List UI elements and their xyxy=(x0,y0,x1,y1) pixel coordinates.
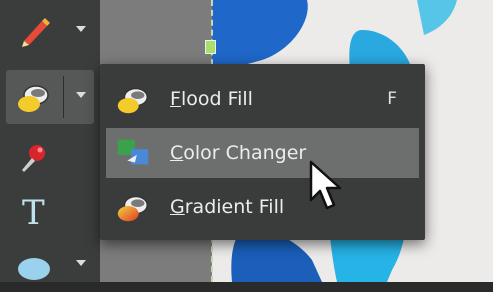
tool-text[interactable]: T xyxy=(6,183,94,237)
guide-marker[interactable] xyxy=(205,40,216,54)
fill-tool-menu: Flood Fill F Color Changer Gradient Fill xyxy=(100,64,425,240)
ellipse-shape-icon xyxy=(18,258,50,280)
text-tool-icon: T xyxy=(22,193,45,230)
tool-eyedropper[interactable] xyxy=(6,131,94,185)
chevron-down-icon[interactable] xyxy=(76,26,86,32)
menu-item-flood-fill[interactable]: Flood Fill F xyxy=(106,74,419,124)
shortcut-key: F xyxy=(387,89,397,109)
mouse-pointer-icon xyxy=(309,160,342,210)
svg-text:T: T xyxy=(22,193,45,230)
menu-item-color-changer[interactable]: Color Changer xyxy=(106,128,419,178)
menu-item-label: Color Changer xyxy=(170,142,307,164)
tool-palette: T xyxy=(0,0,100,282)
brush-pen-icon xyxy=(22,18,50,47)
menu-item-gradient-fill[interactable]: Gradient Fill xyxy=(106,182,419,232)
gradient-fill-icon xyxy=(117,195,148,222)
fill-bucket-icon xyxy=(18,85,49,112)
chevron-down-icon[interactable] xyxy=(76,92,86,98)
flood-fill-icon xyxy=(117,87,148,114)
menu-item-label: Gradient Fill xyxy=(170,196,285,218)
tool-shape[interactable] xyxy=(6,238,94,292)
tool-brush[interactable] xyxy=(6,4,94,58)
color-changer-icon xyxy=(117,139,149,165)
tool-fill[interactable] xyxy=(6,70,94,124)
chevron-down-icon[interactable] xyxy=(76,260,86,266)
eyedropper-icon xyxy=(22,145,45,172)
tool-separator xyxy=(63,76,64,118)
menu-item-label: Flood Fill xyxy=(170,88,253,110)
